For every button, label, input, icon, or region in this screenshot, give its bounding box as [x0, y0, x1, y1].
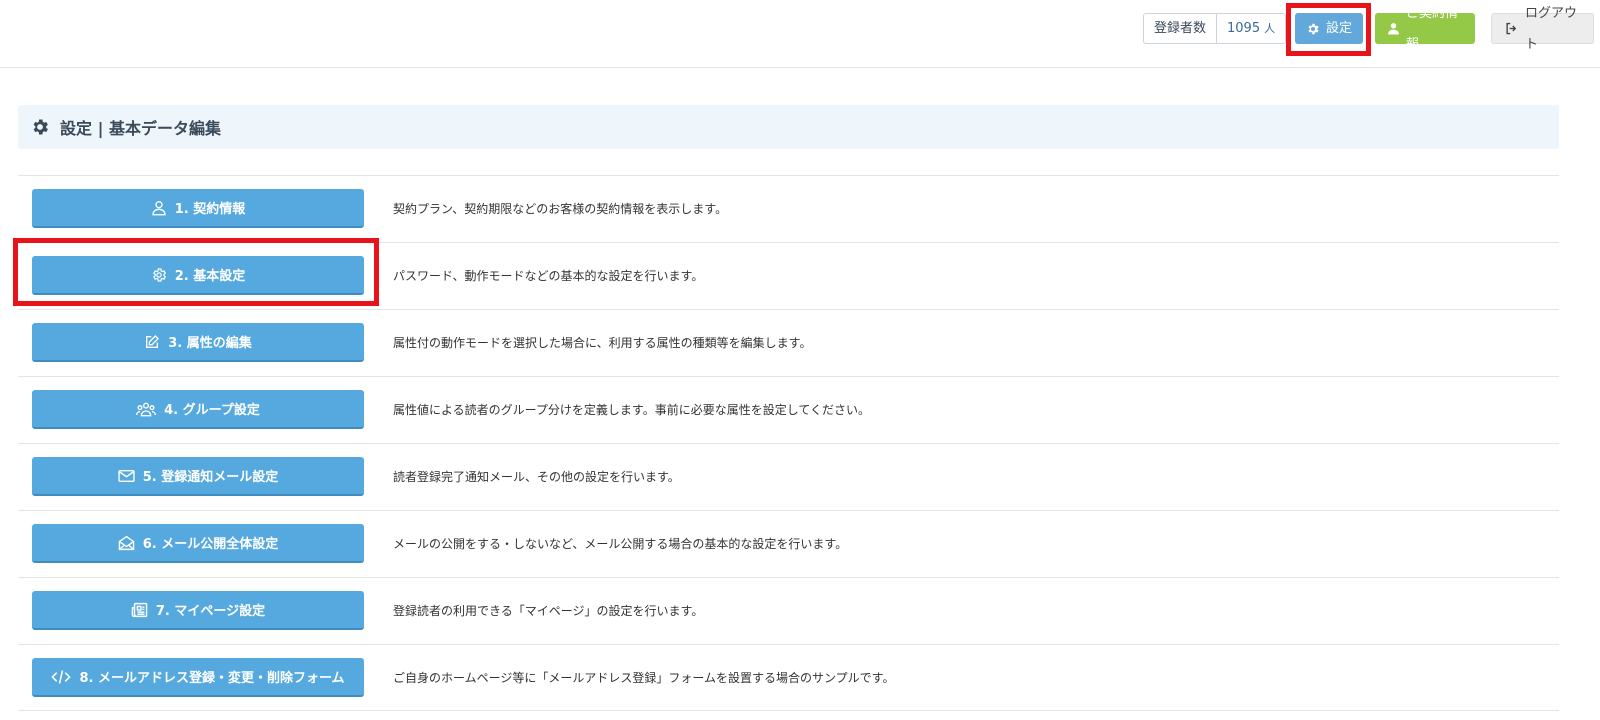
page-title: 設定 | 基本データ編集 [60, 119, 221, 138]
highlight-box-settings [1286, 3, 1371, 56]
list-item: 7. マイページ設定 登録読者の利用できる「マイページ」の設定を行います。 [18, 577, 1559, 644]
list-item: 6. メール公開全体設定 メールの公開をする・しないなど、メール公開する場合の基… [18, 510, 1559, 577]
item-description: 属性値による読者のグループ分けを定義します。事前に必要な属性を設定してください。 [393, 403, 871, 417]
open-envelope-icon [118, 535, 135, 550]
mail-publish-menu-button[interactable]: 6. メール公開全体設定 [32, 524, 364, 563]
item-description: 読者登録完了通知メール、その他の設定を行います。 [393, 470, 680, 484]
list-item: 1. 契約情報 契約プラン、契約期限などのお客様の契約情報を表示します。 [18, 175, 1559, 242]
highlight-box-basic-settings [13, 238, 379, 306]
edit-icon [146, 334, 160, 348]
section-header: 設定 | 基本データ編集 [18, 105, 1559, 149]
envelope-icon [118, 469, 135, 482]
contract-info-button[interactable]: ご契約情報 [1375, 6, 1475, 52]
list-item: 3. 属性の編集 属性付の動作モードを選択した場合に、利用する属性の種類等を編集… [18, 309, 1559, 376]
group-settings-menu-button[interactable]: 4. グループ設定 [32, 390, 364, 429]
logout-label: ログアウト [1525, 5, 1578, 52]
logout-button[interactable]: ログアウト [1491, 6, 1594, 52]
user-icon [1388, 23, 1399, 35]
address-form-menu-button[interactable]: 8. メールアドレス登録・変更・削除フォーム [32, 658, 364, 697]
item-description: 属性付の動作モードを選択した場合に、利用する属性の種類等を編集します。 [393, 336, 812, 350]
newspaper-icon [131, 602, 148, 617]
list-item: 5. 登録通知メール設定 読者登録完了通知メール、その他の設定を行います。 [18, 443, 1559, 510]
list-item: 8. メールアドレス登録・変更・削除フォーム ご自身のホームページ等に「メールア… [18, 644, 1559, 711]
item-description: ご自身のホームページ等に「メールアドレス登録」フォームを設置する場合のサンプルで… [393, 671, 895, 685]
registered-count-label: 登録者数 [1144, 14, 1218, 43]
list-item: 4. グループ設定 属性値による読者のグループ分けを定義します。事前に必要な属性… [18, 376, 1559, 443]
mypage-settings-menu-button[interactable]: 7. マイページ設定 [32, 591, 364, 630]
contract-info-label: ご契約情報 [1406, 5, 1459, 52]
item-description: メールの公開をする・しないなど、メール公開する場合の基本的な設定を行います。 [393, 537, 848, 551]
registered-count-value: 1095 人 [1227, 21, 1276, 36]
item-description: 契約プラン、契約期限などのお客様の契約情報を表示します。 [393, 202, 728, 216]
logout-icon [1506, 22, 1517, 35]
gear-icon [33, 119, 48, 135]
code-icon [51, 669, 72, 684]
item-description: 登録読者の利用できる「マイページ」の設定を行います。 [393, 604, 704, 618]
item-description: パスワード、動作モードなどの基本的な設定を行います。 [393, 269, 704, 283]
registered-count-badge: 登録者数 1095 人 [1143, 13, 1287, 44]
user-icon [152, 200, 166, 215]
registration-mail-menu-button[interactable]: 5. 登録通知メール設定 [32, 457, 364, 496]
group-icon [136, 402, 157, 416]
contract-info-menu-button[interactable]: 1. 契約情報 [32, 189, 364, 228]
attribute-edit-menu-button[interactable]: 3. 属性の編集 [32, 323, 364, 362]
